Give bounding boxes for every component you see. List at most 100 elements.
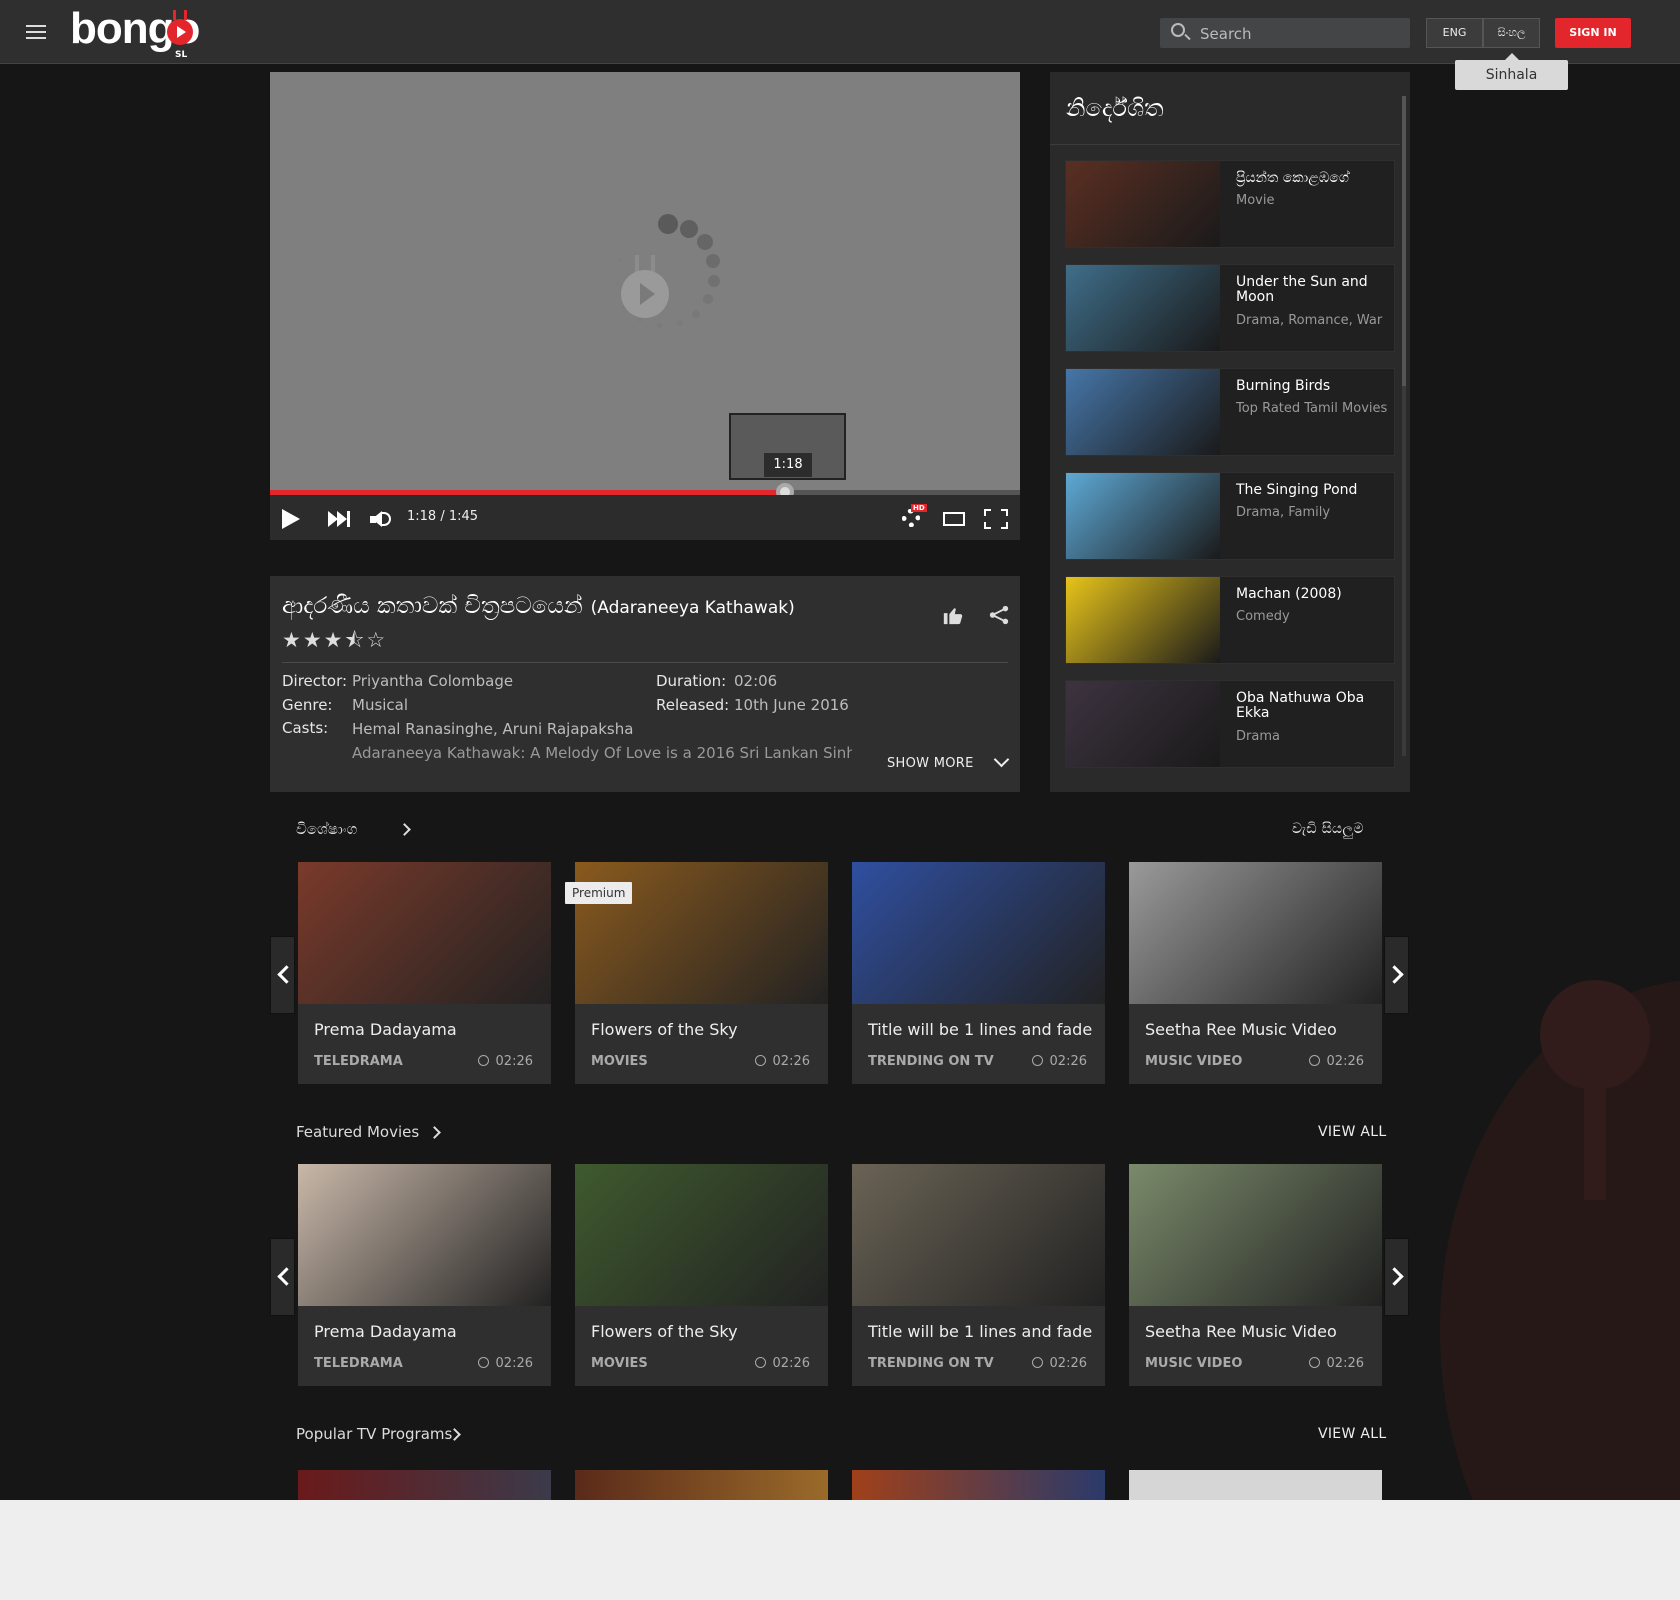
card-thumbnail <box>298 862 551 1004</box>
tv-program-thumbnail[interactable] <box>1129 1470 1382 1500</box>
view-all-link[interactable]: වැඩි සියලුම <box>1292 821 1364 837</box>
content-card[interactable]: Prema Dadayama TELEDRAMA 02:26 <box>298 862 551 1084</box>
lang-english-button[interactable]: ENG <box>1426 18 1483 48</box>
view-all-link[interactable]: VIEW ALL <box>1318 1426 1386 1442</box>
recommended-item[interactable]: Under the Sun and Moon Drama, Romance, W… <box>1065 264 1395 352</box>
card-duration-value: 02:26 <box>1049 1356 1087 1371</box>
theater-mode-icon[interactable] <box>943 512 965 526</box>
chevron-right-icon <box>1385 1267 1404 1286</box>
clock-icon <box>477 1357 489 1368</box>
card-category: TELEDRAMA <box>314 1356 403 1371</box>
card-duration-value: 02:26 <box>772 1356 810 1371</box>
card-title: Prema Dadayama <box>314 1322 457 1341</box>
movie-title-si: ආදරණීය කතාවක් චිත්‍රපටයෙන් <box>282 593 583 619</box>
card-category: TRENDING ON TV <box>868 1054 994 1069</box>
recommended-item[interactable]: Oba Nathuwa Oba Ekka Drama <box>1065 680 1395 768</box>
sidebar-title: නිර්දේශිත <box>1066 94 1164 122</box>
seek-preview: 1:18 <box>729 413 846 480</box>
recommended-subtitle: Comedy <box>1236 609 1290 624</box>
chevron-right-icon[interactable] <box>428 1126 441 1139</box>
recommended-item[interactable]: Burning Birds Top Rated Tamil Movies <box>1065 368 1395 456</box>
card-thumbnail <box>575 1164 828 1306</box>
card-thumbnail <box>1129 1164 1382 1306</box>
clock-icon <box>1031 1055 1043 1066</box>
show-more-button[interactable]: SHOW MORE <box>887 756 974 771</box>
section-title-featured-movies[interactable]: Featured Movies <box>296 1123 419 1141</box>
card-duration: 02:26 <box>1308 1054 1364 1069</box>
card-duration: 02:26 <box>754 1356 810 1371</box>
card-title: Title will be 1 lines and fade <box>868 1322 1093 1341</box>
content-card[interactable]: Prema Dadayama TELEDRAMA 02:26 <box>298 1164 551 1386</box>
tv-program-thumbnail[interactable] <box>575 1470 828 1500</box>
card-category: MUSIC VIDEO <box>1145 1356 1243 1371</box>
carousel-prev-button[interactable] <box>270 1238 296 1316</box>
recommended-item[interactable]: The Singing Pond Drama, Family <box>1065 472 1395 560</box>
play-icon[interactable] <box>282 509 300 529</box>
content-card[interactable]: Seetha Ree Music Video MUSIC VIDEO 02:26 <box>1129 1164 1382 1386</box>
chevron-down-icon[interactable] <box>993 751 1010 768</box>
card-thumbnail <box>1129 862 1382 1004</box>
recommended-subtitle: Top Rated Tamil Movies <box>1236 401 1388 416</box>
movie-title: ආදරණීය කතාවක් චිත්‍රපටයෙන් (Adaraneeya Ka… <box>282 593 795 619</box>
movie-info-panel: ආදරණීය කතාවක් චිත්‍රපටයෙන් (Adaraneeya Ka… <box>270 576 1020 792</box>
language-tooltip: Sinhala <box>1455 53 1568 90</box>
recommended-item[interactable]: Machan (2008) Comedy <box>1065 576 1395 664</box>
sidebar-scrollbar[interactable] <box>1402 96 1406 756</box>
card-duration-value: 02:26 <box>1326 1356 1364 1371</box>
card-duration: 02:26 <box>1031 1356 1087 1371</box>
genre-value: Musical <box>352 696 409 714</box>
menu-icon[interactable] <box>26 25 46 39</box>
search-placeholder: Search <box>1200 25 1252 43</box>
recommended-title: ප්‍රියන්ත කොළඹගේ <box>1236 170 1349 186</box>
recommended-item[interactable]: ප්‍රියන්ත කොළඹගේ Movie <box>1065 160 1395 248</box>
carousel-next-button[interactable] <box>1384 936 1409 1014</box>
card-category: MOVIES <box>591 1356 648 1371</box>
info-divider <box>282 662 1008 663</box>
recommended-thumbnail <box>1066 161 1220 247</box>
carousel-prev-button[interactable] <box>270 936 296 1014</box>
recommended-subtitle: Drama, Romance, War <box>1236 313 1383 328</box>
scrollbar-thumb[interactable] <box>1402 96 1406 386</box>
chevron-right-icon[interactable] <box>398 823 411 836</box>
volume-icon[interactable] <box>370 511 382 527</box>
content-card[interactable]: Title will be 1 lines and fade TRENDING … <box>852 862 1105 1084</box>
director-label: Director: <box>282 672 348 690</box>
genre-label: Genre: <box>282 696 333 714</box>
app: bongo SL Search ENG සිංහල SIGN IN Sinhal… <box>0 0 1680 1500</box>
recommended-title: Machan (2008) <box>1236 586 1342 602</box>
chevron-left-icon <box>277 965 296 984</box>
premium-badge: Premium <box>565 882 633 904</box>
tv-program-thumbnail[interactable] <box>298 1470 551 1500</box>
card-duration: 02:26 <box>477 1356 533 1371</box>
section-title-popular-tv[interactable]: Popular TV Programs <box>296 1425 452 1443</box>
video-player[interactable]: 1:18 1:18 / 1:45 HD <box>270 72 1020 540</box>
content-card[interactable]: Title will be 1 lines and fade TRENDING … <box>852 1164 1105 1386</box>
share-icon[interactable] <box>988 604 1010 626</box>
thumbs-up-icon[interactable] <box>942 604 964 626</box>
recommended-thumbnail <box>1066 473 1220 559</box>
card-duration-value: 02:26 <box>1326 1054 1364 1069</box>
carousel-next-button[interactable] <box>1384 1238 1409 1316</box>
recommended-title: The Singing Pond <box>1236 482 1358 498</box>
section-title-featured-si[interactable]: විශේෂාංග <box>296 820 357 838</box>
content-card[interactable]: Flowers of the Sky MOVIES 02:26 <box>575 1164 828 1386</box>
card-duration: 02:26 <box>477 1054 533 1069</box>
volume-wave <box>381 512 391 526</box>
released-value: 10th June 2016 <box>734 696 849 714</box>
logo-sub: SL <box>175 50 188 60</box>
content-card[interactable]: Premium Flowers of the Sky MOVIES 02:26 <box>565 862 828 1084</box>
tv-program-thumbnail[interactable] <box>852 1470 1105 1500</box>
view-all-link[interactable]: VIEW ALL <box>1318 1124 1386 1140</box>
content-card[interactable]: Seetha Ree Music Video MUSIC VIDEO 02:26 <box>1129 862 1382 1084</box>
fullscreen-icon[interactable] <box>984 509 1008 529</box>
background-decoration-knob <box>1540 980 1650 1090</box>
player-controls: 1:18 / 1:45 HD <box>270 495 1020 540</box>
sign-in-button[interactable]: SIGN IN <box>1555 18 1631 48</box>
card-category: MOVIES <box>591 1054 648 1069</box>
rating-stars[interactable]: ★★★⯪☆ <box>282 626 387 661</box>
clock-icon <box>754 1055 766 1066</box>
search-input[interactable]: Search <box>1160 18 1410 48</box>
lang-sinhala-button[interactable]: සිංහල <box>1483 18 1540 48</box>
card-title: Seetha Ree Music Video <box>1145 1322 1337 1341</box>
card-duration-value: 02:26 <box>772 1054 810 1069</box>
